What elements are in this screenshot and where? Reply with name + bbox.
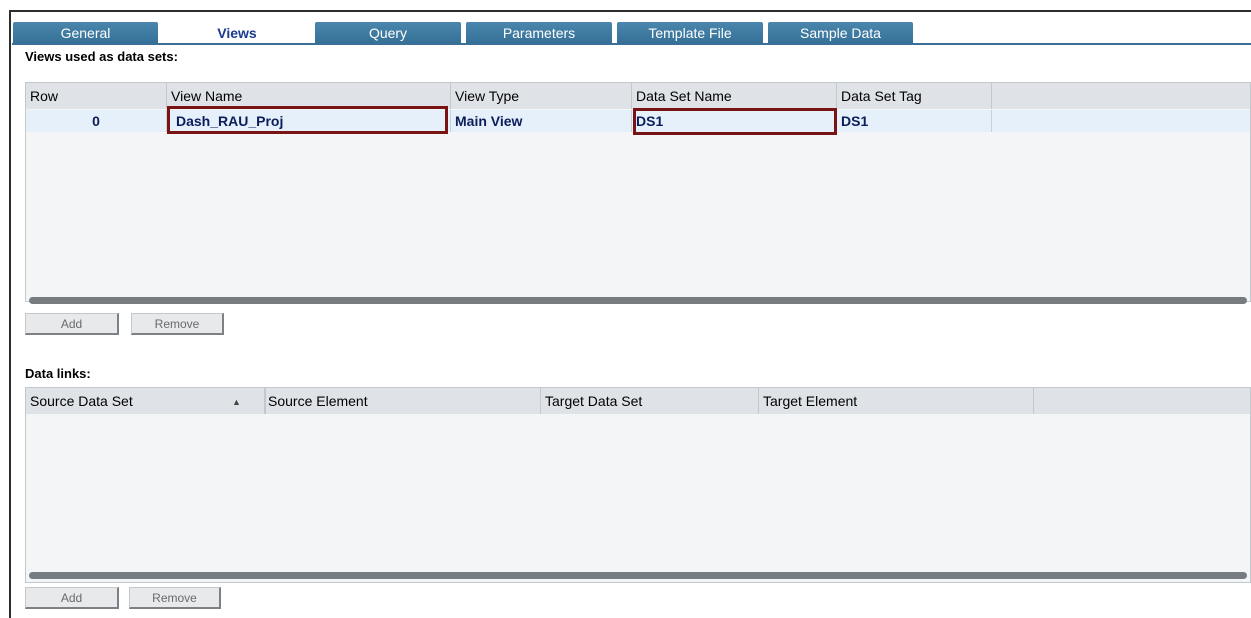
data-set-name-highlight-box bbox=[633, 108, 837, 135]
cell-row-index: 0 bbox=[26, 110, 167, 132]
column-header-data-set-name[interactable]: Data Set Name bbox=[632, 83, 837, 109]
views-remove-button[interactable]: Remove bbox=[131, 313, 224, 335]
column-header-source-data-set[interactable]: Source Data Set bbox=[26, 388, 265, 414]
links-add-button[interactable]: Add bbox=[25, 587, 119, 609]
column-header-target-data-set[interactable]: Target Data Set bbox=[541, 388, 759, 414]
tab-query[interactable]: Query bbox=[315, 22, 461, 44]
sort-ascending-icon[interactable]: ▲ bbox=[232, 397, 241, 407]
cell-view-type: Main View bbox=[451, 110, 632, 132]
header-filler bbox=[1034, 388, 1250, 414]
views-add-button[interactable]: Add bbox=[25, 313, 119, 335]
header-filler bbox=[992, 83, 1250, 109]
cell-data-set-tag: DS1 bbox=[837, 110, 992, 132]
tab-sample-data[interactable]: Sample Data bbox=[768, 22, 913, 44]
tab-underline bbox=[12, 43, 1251, 45]
column-header-source-element[interactable]: Source Element bbox=[265, 388, 541, 414]
data-links-table[interactable]: Source Data Set ▲ Source Element Target … bbox=[25, 387, 1251, 583]
data-links-section-title: Data links: bbox=[25, 366, 91, 381]
column-header-view-type[interactable]: View Type bbox=[451, 83, 632, 109]
tab-parameters[interactable]: Parameters bbox=[466, 22, 612, 44]
views-section-title: Views used as data sets: bbox=[25, 49, 178, 64]
column-header-row[interactable]: Row bbox=[26, 83, 167, 109]
links-remove-button[interactable]: Remove bbox=[129, 587, 221, 609]
links-horizontal-scrollbar[interactable] bbox=[29, 572, 1247, 579]
column-header-data-set-tag[interactable]: Data Set Tag bbox=[837, 83, 992, 109]
views-horizontal-scrollbar[interactable] bbox=[29, 297, 1247, 304]
tab-template-file[interactable]: Template File bbox=[617, 22, 763, 44]
view-name-highlight-box bbox=[167, 106, 448, 134]
column-header-target-element[interactable]: Target Element bbox=[759, 388, 1034, 414]
tab-general[interactable]: General bbox=[13, 22, 158, 44]
